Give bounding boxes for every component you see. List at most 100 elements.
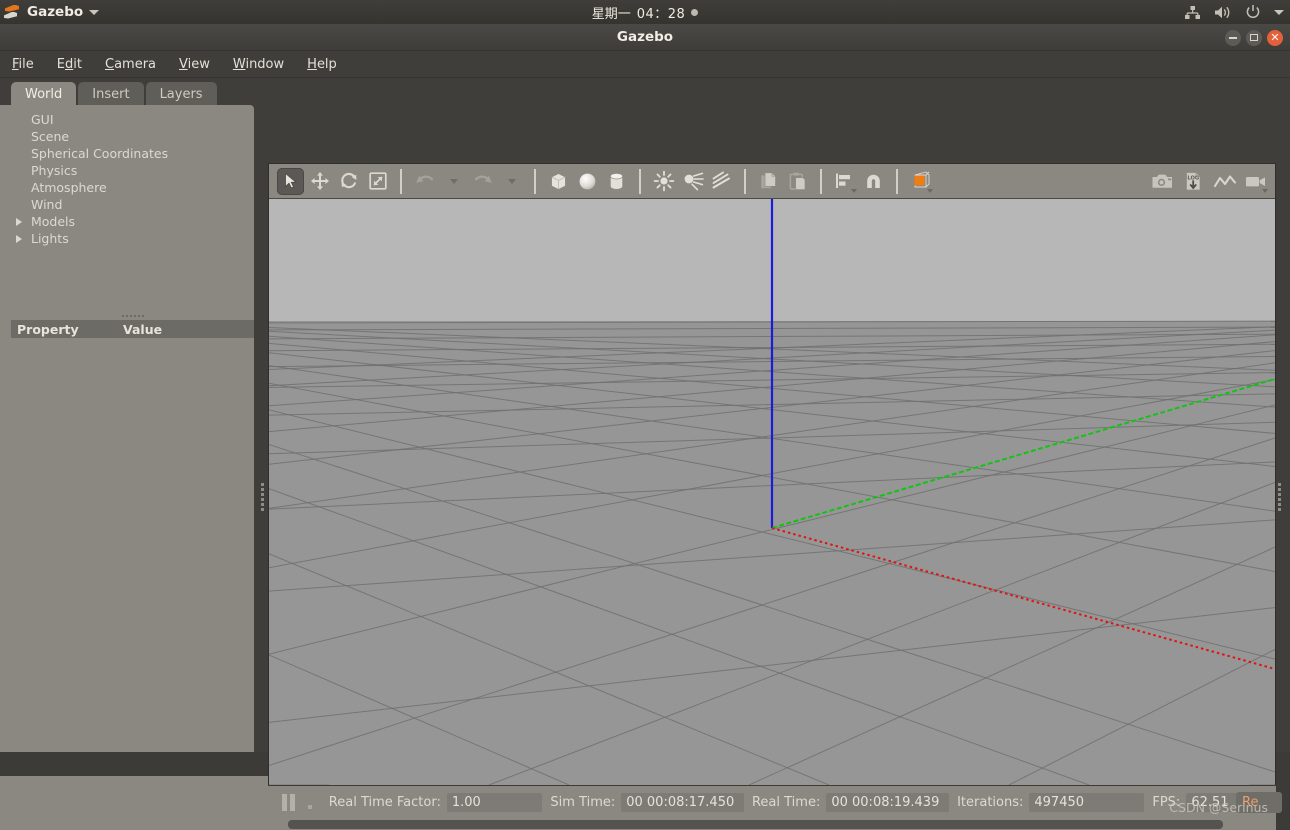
chevron-right-icon[interactable] <box>16 217 22 226</box>
menu-edit[interactable]: Edit <box>57 57 82 72</box>
reset-button[interactable]: Re <box>1236 792 1282 813</box>
plot-button[interactable] <box>1211 168 1238 195</box>
status-bar: Real Time Factor: 1.00 Sim Time: 00 00:0… <box>268 786 1282 830</box>
select-mode-button[interactable] <box>277 167 304 195</box>
right-splitter-handle[interactable] <box>1276 483 1283 511</box>
main-area: World Insert Layers GUI Scene Spherical … <box>0 78 1290 830</box>
minimize-icon[interactable] <box>1225 29 1241 46</box>
column-header-value[interactable]: Value <box>123 322 162 337</box>
undo-arrow-icon <box>415 175 433 183</box>
real-time-factor-label: Real Time Factor: <box>328 794 441 810</box>
undo-button[interactable] <box>411 168 438 195</box>
insert-cylinder-button[interactable] <box>603 168 630 195</box>
panel-left-strip <box>0 105 11 752</box>
camera-icon <box>1152 174 1172 188</box>
sim-time-value: 00 00:08:17.450 <box>621 792 744 812</box>
point-light-button[interactable] <box>650 168 677 195</box>
gazebo-toolbar: LOG <box>269 164 1275 199</box>
tree-item-label: Wind <box>31 197 63 212</box>
move-arrows-icon <box>310 172 329 190</box>
tree-item-label: Scene <box>31 129 70 144</box>
spot-light-button[interactable] <box>679 168 706 195</box>
plot-line-icon <box>1213 174 1236 187</box>
world-tree-panel: GUI Scene Spherical Coordinates Physics <box>11 105 254 312</box>
menu-camera[interactable]: Camera <box>105 57 156 72</box>
menu-help[interactable]: Help <box>307 57 337 72</box>
copy-button[interactable] <box>755 168 782 195</box>
menu-file[interactable]: File <box>12 57 34 72</box>
redo-arrow-icon <box>474 175 492 183</box>
maximize-icon[interactable] <box>1246 29 1262 46</box>
tab-layers[interactable]: Layers <box>145 82 217 106</box>
directional-light-button[interactable] <box>708 168 735 195</box>
undo-history-dropdown[interactable] <box>440 168 467 195</box>
tree-item-models[interactable]: Models <box>16 213 254 230</box>
save-log-button[interactable]: LOG <box>1180 168 1207 195</box>
close-icon[interactable]: ✕ <box>1267 29 1283 46</box>
scale-mode-button[interactable] <box>364 168 391 195</box>
toolbar-separator <box>896 168 898 194</box>
tab-insert[interactable]: Insert <box>78 82 144 106</box>
panel-bottom-fill <box>0 776 268 830</box>
tree-item-physics[interactable]: Physics <box>28 162 254 179</box>
tree-item-label: Spherical Coordinates <box>31 146 169 161</box>
unity-app-menu[interactable]: Gazebo <box>0 4 100 21</box>
power-icon[interactable] <box>1245 4 1261 20</box>
network-icon[interactable] <box>1184 5 1201 20</box>
video-camera-icon <box>1245 176 1265 186</box>
directional-light-icon <box>712 171 730 189</box>
window-title: Gazebo <box>616 29 674 45</box>
panel-splitter-handle[interactable] <box>259 483 266 511</box>
scrollbar-thumb[interactable] <box>288 819 1223 829</box>
sphere-icon <box>579 172 596 190</box>
chevron-down-icon <box>508 178 516 184</box>
redo-button[interactable] <box>469 168 496 195</box>
chevron-down-icon[interactable] <box>89 9 100 15</box>
sim-time-label: Sim Time: <box>550 794 616 810</box>
pause-button[interactable] <box>278 792 299 812</box>
tree-item-label: GUI <box>31 112 54 127</box>
menubar: File Edit Camera View Window Help <box>0 51 1290 78</box>
tab-world[interactable]: World <box>11 82 77 106</box>
toolbar-separator <box>639 168 641 194</box>
unity-system-tray <box>1184 0 1284 24</box>
chevron-down-icon[interactable] <box>1274 9 1284 15</box>
tree-item-wind[interactable]: Wind <box>28 196 254 213</box>
tree-item-lights[interactable]: Lights <box>16 230 254 247</box>
insert-sphere-button[interactable] <box>574 168 601 195</box>
paste-button[interactable] <box>784 168 811 195</box>
snap-button[interactable] <box>860 168 887 195</box>
y-axis <box>771 378 1275 529</box>
toolbar-separator <box>534 168 536 194</box>
screenshot-button[interactable] <box>1149 168 1176 195</box>
3d-viewport[interactable] <box>269 199 1275 785</box>
tree-item-atmosphere[interactable]: Atmosphere <box>28 179 254 196</box>
log-download-icon: LOG <box>1185 171 1200 190</box>
align-button[interactable] <box>831 168 858 195</box>
menu-view[interactable]: View <box>179 57 210 72</box>
tree-item-gui[interactable]: GUI <box>28 111 254 128</box>
real-time-factor-value: 1.00 <box>446 792 543 812</box>
gazebo-window: Gazebo ✕ File Edit Camera View Window He… <box>0 24 1290 830</box>
unity-clock[interactable]: 星期一 04：28 <box>0 0 1290 24</box>
panel-resize-grip[interactable] <box>11 312 254 320</box>
panel-tabbar: World Insert Layers <box>0 78 262 106</box>
record-video-button[interactable] <box>1242 168 1269 195</box>
chevron-right-icon[interactable] <box>16 234 22 243</box>
redo-history-dropdown[interactable] <box>498 168 525 195</box>
rotate-mode-button[interactable] <box>335 168 362 195</box>
menu-window[interactable]: Window <box>233 57 284 72</box>
chevron-down-icon <box>450 178 458 184</box>
column-header-property[interactable]: Property <box>11 322 123 337</box>
change-view-button[interactable] <box>907 168 934 195</box>
tree-item-spherical-coordinates[interactable]: Spherical Coordinates <box>28 145 254 162</box>
step-button[interactable] <box>299 792 320 812</box>
tree-item-label: Models <box>31 214 76 229</box>
translate-mode-button[interactable] <box>306 168 333 195</box>
x-axis <box>771 527 1275 670</box>
perspective-grid <box>269 199 1275 785</box>
insert-box-button[interactable] <box>545 168 572 195</box>
volume-icon[interactable] <box>1214 5 1232 20</box>
horizontal-scrollbar[interactable] <box>268 818 1276 830</box>
tree-item-scene[interactable]: Scene <box>28 128 254 145</box>
